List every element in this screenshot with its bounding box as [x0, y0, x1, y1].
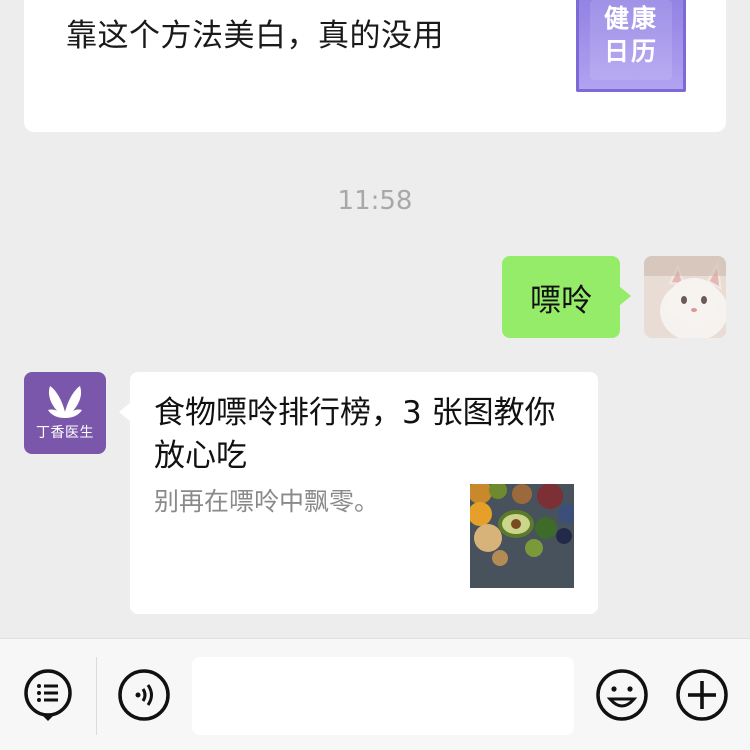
article-card-top[interactable]: 靠这个方法美白，真的没用 健康 日历 — [24, 0, 726, 132]
article-title: 靠这个方法美白，真的没用 — [66, 18, 444, 54]
brand-name: 丁香医生 — [36, 425, 94, 441]
article-thumbnail: 健康 日历 — [576, 0, 686, 92]
list-menu-icon[interactable] — [20, 667, 76, 723]
message-timestamp: 11:58 — [337, 186, 413, 216]
message-input[interactable] — [192, 657, 574, 735]
article-title: 食物嘌呤排行榜，3 张图教你放心吃 — [154, 395, 556, 474]
user-avatar[interactable] — [644, 256, 726, 338]
thumbnail-label: 健康 日历 — [603, 4, 658, 66]
emoji-icon[interactable] — [594, 667, 650, 723]
official-account-avatar[interactable]: 丁香医生 — [24, 372, 106, 454]
chat-input-toolbar — [0, 638, 750, 750]
received-article-card[interactable]: 食物嘌呤排行榜，3 张图教你放心吃 别再在嘌呤中飘零。 — [119, 372, 598, 614]
plus-icon[interactable] — [674, 667, 730, 723]
sent-message-bubble[interactable]: 嘌呤 — [502, 256, 631, 338]
voice-icon[interactable] — [116, 667, 172, 723]
cat-photo — [644, 256, 726, 338]
article-description: 别再在嘌呤中飘零。 — [154, 487, 380, 516]
toolbar-divider — [96, 657, 97, 735]
sent-message-text: 嘌呤 — [530, 282, 592, 319]
article-thumbnail — [470, 484, 574, 588]
